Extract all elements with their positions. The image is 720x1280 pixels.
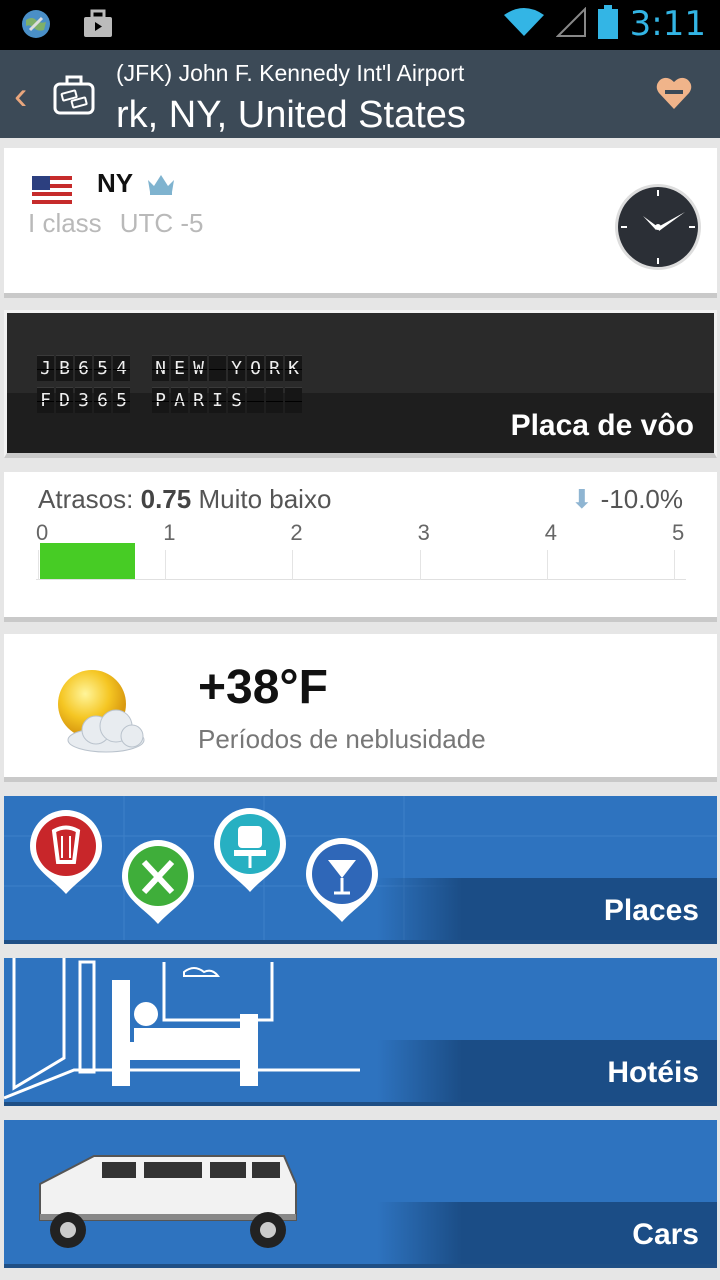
board-cell: S bbox=[228, 387, 245, 413]
flight-row: FD365 PARIS bbox=[37, 387, 302, 413]
delays-card[interactable]: Atrasos: 0.75 Muito baixo ⬇ -10.0% 0 1 2 3 4 5 bbox=[4, 472, 717, 622]
board-cell: P bbox=[152, 387, 169, 413]
delay-scale-gridline bbox=[292, 550, 294, 580]
city-code: NY bbox=[97, 168, 134, 198]
delay-scale-tick: 4 bbox=[544, 520, 558, 545]
delay-scale-gridline bbox=[674, 550, 675, 580]
cars-label: Cars bbox=[632, 1218, 699, 1251]
delay-scale: 0 1 2 3 4 5 bbox=[36, 520, 686, 580]
luggage-icon bbox=[52, 72, 96, 121]
board-cell: 5 bbox=[94, 355, 111, 381]
board-cell bbox=[247, 387, 264, 413]
restaurant-pin-icon bbox=[122, 840, 194, 924]
places-tile[interactable]: Places bbox=[4, 796, 717, 944]
board-cell: 6 bbox=[75, 355, 92, 381]
airport-subtitle: (JFK) John F. Kennedy Int'l Airport bbox=[116, 60, 465, 86]
delay-scale-tick: 2 bbox=[290, 520, 303, 545]
temperature: +38°F bbox=[198, 661, 328, 714]
delay-summary: Atrasos: 0.75 Muito baixo bbox=[38, 484, 331, 515]
flight-row: JB654 NEWYORK bbox=[37, 355, 302, 381]
board-cell: 4 bbox=[113, 355, 130, 381]
board-cell bbox=[285, 387, 302, 413]
us-flag-icon bbox=[32, 176, 72, 209]
flight-board-label: Placa de vôo bbox=[510, 409, 694, 442]
board-cell: O bbox=[247, 355, 264, 381]
delay-bar bbox=[40, 543, 136, 579]
flight-board-rows: JB654 NEWYORK FD365 PARIS bbox=[37, 355, 302, 419]
sun-cloud-icon bbox=[50, 668, 150, 763]
delay-scale-gridline bbox=[419, 550, 421, 580]
seat-pin-icon bbox=[214, 808, 286, 892]
flight-destination: PARIS bbox=[152, 387, 302, 413]
board-cell: A bbox=[171, 387, 188, 413]
clock-icon[interactable] bbox=[613, 182, 703, 277]
app-globe-icon bbox=[20, 8, 52, 45]
delay-scale-tick: 5 bbox=[672, 520, 685, 545]
hotels-label: Hotéis bbox=[607, 1056, 699, 1089]
briefcase-notification-icon bbox=[82, 9, 114, 44]
page-title-text: rk, NY, United States bbox=[116, 94, 466, 136]
app-header: ‹ (JFK) John F. Kennedy Int'l Airport rk… bbox=[0, 50, 720, 138]
signal-icon bbox=[555, 6, 586, 42]
delay-value: 0.75 bbox=[140, 484, 192, 514]
wifi-icon bbox=[503, 7, 544, 42]
delay-scale-gridline bbox=[546, 550, 548, 580]
board-cell: 3 bbox=[75, 387, 92, 413]
places-label: Places bbox=[603, 894, 699, 927]
weather-card[interactable]: +38°F Períodos de neblusidade bbox=[4, 634, 717, 782]
content-area: NY I class UTC -5 J B 6 5 4 N E W Y O R … bbox=[0, 138, 720, 1280]
city-utc: UTC -5 bbox=[119, 208, 204, 238]
delay-label: Atrasos: bbox=[38, 484, 134, 514]
board-cell bbox=[266, 387, 283, 413]
board-cell: K bbox=[285, 355, 302, 381]
status-bar: 3:11 bbox=[0, 0, 720, 50]
crown-icon bbox=[146, 172, 176, 201]
delay-trend: ⬇ -10.0% bbox=[571, 484, 683, 515]
board-cell: 6 bbox=[94, 387, 111, 413]
delay-scale-gridline bbox=[165, 550, 167, 580]
arrow-down-icon: ⬇ bbox=[570, 484, 593, 514]
flight-number: FD365 bbox=[37, 387, 130, 413]
board-cell: I bbox=[209, 387, 226, 413]
board-cell: E bbox=[171, 355, 188, 381]
board-cell: W bbox=[190, 355, 207, 381]
board-cell: D bbox=[56, 387, 73, 413]
delay-trend-value: -10.0% bbox=[600, 484, 683, 514]
city-class: I class bbox=[28, 208, 102, 238]
cars-tile[interactable]: Cars bbox=[4, 1120, 717, 1268]
hotels-tile[interactable]: Hotéis bbox=[4, 958, 717, 1106]
board-cell: 5 bbox=[113, 387, 130, 413]
clock-time: 3:11 bbox=[629, 4, 706, 44]
chevron-left-icon[interactable]: ‹ bbox=[14, 76, 27, 116]
delay-scale-tick: 0 bbox=[36, 520, 49, 545]
flight-destination: NEWYORK bbox=[152, 355, 302, 381]
board-cell: F bbox=[37, 387, 54, 413]
board-cell: N bbox=[152, 355, 169, 381]
delay-scale-baseline bbox=[36, 579, 686, 580]
bar-pin-icon bbox=[306, 838, 378, 922]
city-card[interactable]: NY I class UTC -5 bbox=[4, 148, 717, 298]
board-cell: R bbox=[190, 387, 207, 413]
delay-scale-gridline bbox=[38, 550, 39, 580]
page-title: rk, NY, United States bbox=[116, 94, 636, 137]
city-meta: I class UTC -5 bbox=[28, 208, 203, 239]
delay-scale-tick: 3 bbox=[417, 520, 430, 545]
battery-icon bbox=[597, 4, 618, 44]
board-cell: J bbox=[37, 355, 54, 381]
board-cell: Y bbox=[228, 355, 245, 381]
heart-remove-icon[interactable] bbox=[656, 76, 692, 115]
board-cell: R bbox=[266, 355, 283, 381]
board-cell: B bbox=[56, 355, 73, 381]
flight-number: JB654 bbox=[37, 355, 130, 381]
board-cell bbox=[209, 355, 226, 381]
flight-board-card[interactable]: JB654 NEWYORK FD365 PARIS Placa de vôo bbox=[4, 310, 717, 458]
weather-description: Períodos de neblusidade bbox=[198, 724, 486, 754]
delay-scale-tick: 1 bbox=[163, 520, 176, 545]
delay-rating: Muito baixo bbox=[198, 484, 332, 514]
music-pin-icon bbox=[30, 810, 102, 894]
